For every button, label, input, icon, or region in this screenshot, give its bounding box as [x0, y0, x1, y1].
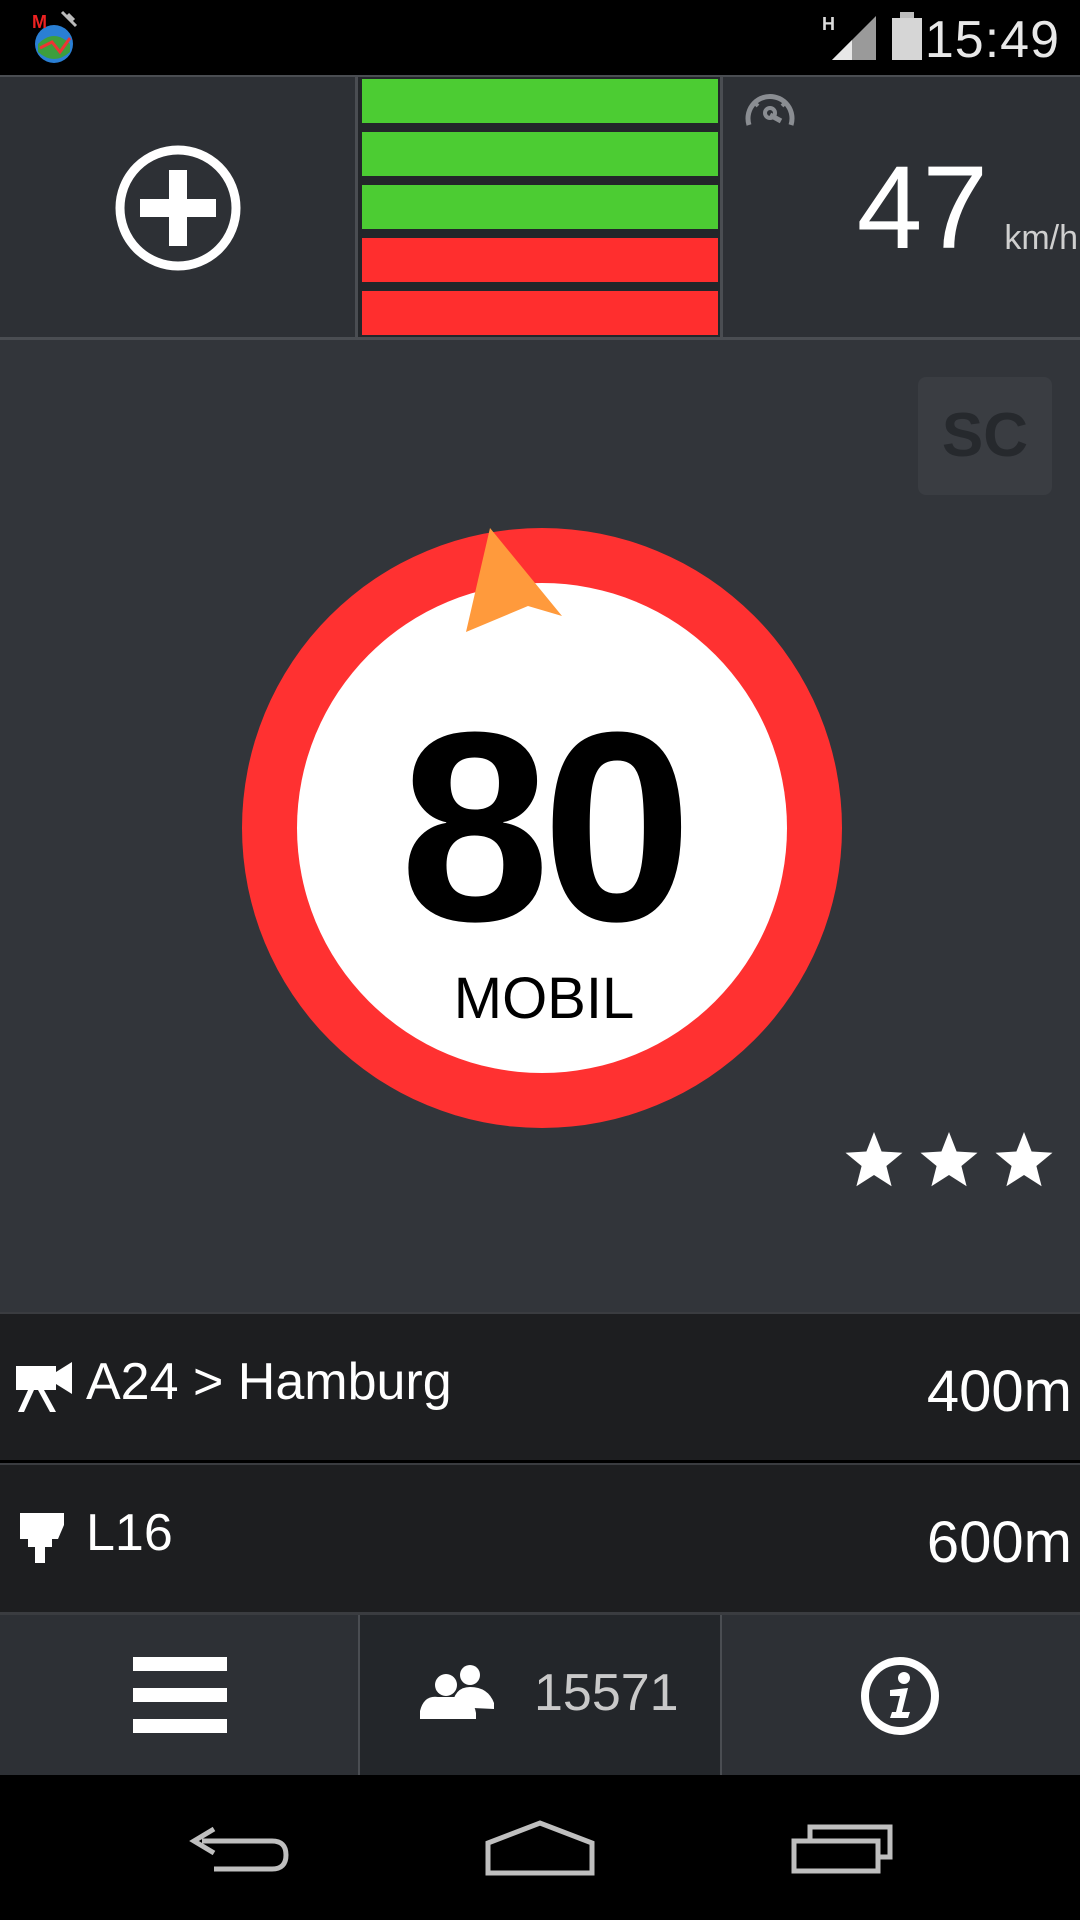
- back-icon[interactable]: [188, 1823, 292, 1875]
- recent-apps-icon[interactable]: [790, 1821, 894, 1875]
- battery-icon: [892, 12, 922, 60]
- current-speed-value: 47: [856, 142, 988, 274]
- user-count: 15571: [534, 1664, 679, 1722]
- plus-circle-icon: [115, 145, 241, 271]
- bottom-toolbar: 15571: [0, 1615, 1080, 1775]
- speed-limit-sign: 80 MOBIL: [242, 528, 842, 1128]
- signal-bar: [362, 79, 718, 123]
- speed-limit-value: 80: [400, 677, 684, 978]
- speed-unit: km/h: [1004, 219, 1078, 257]
- signal-bar: [362, 238, 718, 282]
- rating-star: [920, 1132, 978, 1187]
- rating-star: [845, 1132, 903, 1187]
- hamburger-menu-icon: [133, 1657, 227, 1733]
- alert-distance: 400m: [926, 1359, 1072, 1424]
- camera-type-label: MOBIL: [454, 966, 635, 1031]
- add-button[interactable]: [0, 77, 355, 337]
- current-speed-panel: 47 km/h: [723, 77, 1080, 337]
- users-button[interactable]: 15571: [358, 1615, 722, 1775]
- video-camera-icon: [16, 1362, 72, 1412]
- navigation-bar: [0, 1775, 1080, 1920]
- fixed-camera-icon: [20, 1513, 64, 1563]
- top-panel: 47 km/h: [0, 75, 1080, 340]
- rating-star: [995, 1132, 1053, 1187]
- home-icon[interactable]: [484, 1819, 596, 1877]
- users-icon: [420, 1665, 494, 1719]
- signal-strength-icon: H: [822, 14, 876, 60]
- alert-distance: 600m: [926, 1510, 1072, 1575]
- svg-text:M: M: [32, 12, 47, 32]
- menu-button[interactable]: [0, 1615, 358, 1775]
- app-notification-icon: M: [32, 10, 78, 63]
- speedometer-icon: [745, 93, 795, 126]
- alert-label: A24 > Hamburg: [86, 1353, 452, 1411]
- alert-row[interactable]: L16 600m: [0, 1463, 1080, 1615]
- signal-bar: [362, 291, 718, 335]
- signal-bar: [362, 132, 718, 176]
- info-icon: [861, 1657, 939, 1735]
- alert-row[interactable]: A24 > Hamburg 400m: [0, 1312, 1080, 1460]
- network-h-icon: H: [822, 14, 835, 34]
- signal-bar: [362, 185, 718, 229]
- signal-quality-meter: [355, 77, 723, 337]
- status-bar: M H 15:49: [0, 0, 1080, 75]
- sc-badge[interactable]: SC: [918, 377, 1052, 495]
- info-button[interactable]: [722, 1615, 1080, 1775]
- alert-label: L16: [86, 1504, 173, 1562]
- rating-stars: [845, 1132, 1053, 1187]
- status-clock: 15:49: [924, 11, 1060, 69]
- speed-camera-panel: SC 80 MOBIL: [0, 340, 1080, 1312]
